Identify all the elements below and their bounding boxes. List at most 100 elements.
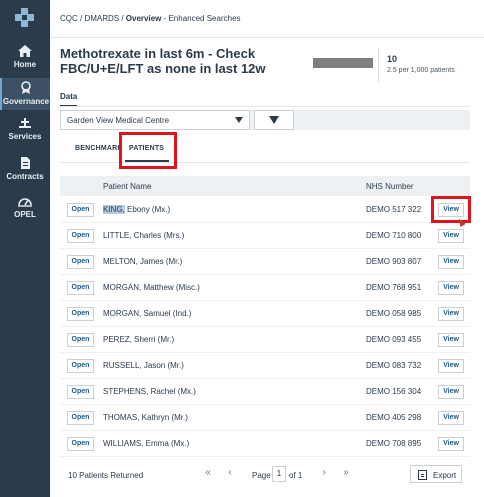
open-button[interactable]: Open	[67, 333, 94, 347]
breadcrumb-suffix: - Enhanced Searches	[161, 14, 241, 23]
table-row: Open STEPHENS, Rachel (Mx.) DEMO 156 304…	[60, 379, 470, 405]
table-row: Open MORGAN, Samuel (Ind.) DEMO 058 985 …	[60, 301, 470, 327]
sidebar-item-governance[interactable]: Governance	[0, 78, 50, 110]
nhs-number: DEMO 903 807	[366, 257, 422, 266]
patient-name[interactable]: MELTON, James (Mr.)	[103, 257, 182, 266]
indicator-bar	[313, 58, 373, 68]
breadcrumb: CQC / DMARDS / Overview - Enhanced Searc…	[60, 14, 241, 23]
nhs-number: DEMO 093 455	[366, 335, 422, 344]
practice-select[interactable]: Garden View Medical Centre	[60, 110, 250, 130]
services-icon	[19, 118, 31, 128]
view-button[interactable]: View	[438, 229, 464, 243]
sidebar: Home Governance Services Contracts OPEL	[0, 0, 50, 497]
table-footer: 10 Patients Returned « ‹ Page 1 of 1 › »…	[60, 462, 470, 486]
open-button[interactable]: Open	[67, 229, 94, 243]
view-button[interactable]: View	[438, 255, 464, 269]
nhs-number: DEMO 710 800	[366, 231, 422, 240]
open-button[interactable]: Open	[67, 411, 94, 425]
table-row: Open PEREZ, Sherri (Mr.) DEMO 093 455 Vi…	[60, 327, 470, 353]
nhs-number: DEMO 405 298	[366, 413, 422, 422]
view-button[interactable]: View	[438, 385, 464, 399]
view-button[interactable]: View	[438, 437, 464, 451]
patient-name[interactable]: MORGAN, Matthew (Misc.)	[103, 283, 200, 292]
patient-name[interactable]: KING, Ebony (Mx.)	[103, 205, 170, 214]
open-button[interactable]: Open	[67, 203, 94, 217]
sidebar-item-services[interactable]: Services	[0, 116, 50, 144]
view-button[interactable]: View	[438, 307, 464, 321]
patient-name-rest: Ebony (Mx.)	[124, 205, 171, 214]
export-button[interactable]: Export	[410, 465, 462, 483]
patient-name[interactable]: MORGAN, Samuel (Ind.)	[103, 309, 191, 318]
stat-rate: 2.5 per 1,000 patients	[387, 67, 455, 74]
export-label: Export	[433, 471, 457, 480]
export-icon	[418, 470, 427, 480]
table-row: Open LITTLE, Charles (Mrs.) DEMO 710 800…	[60, 223, 470, 249]
highlight-box-patients-tab	[119, 132, 177, 169]
nhs-number: DEMO 058 985	[366, 309, 422, 318]
page-number-input[interactable]: 1	[272, 466, 286, 482]
column-header-nhs-number[interactable]: NHS Number	[366, 182, 414, 191]
column-header-patient-name[interactable]: Patient Name	[103, 182, 151, 191]
sidebar-item-label: Home	[13, 60, 37, 69]
previous-page-icon[interactable]: ‹	[220, 464, 240, 482]
view-button[interactable]: View	[438, 411, 464, 425]
table-row: Open KING, Ebony (Mx.) DEMO 517 322 View	[60, 197, 470, 223]
breadcrumb-root[interactable]: CQC / DMARDS /	[60, 14, 126, 23]
last-page-icon[interactable]: »	[336, 464, 356, 482]
table-row: Open THOMAS, Kathryn (Mr.) DEMO 405 298 …	[60, 405, 470, 431]
open-button[interactable]: Open	[67, 307, 94, 321]
view-button[interactable]: View	[438, 359, 464, 373]
page-total: of 1	[289, 471, 303, 480]
patient-name[interactable]: PEREZ, Sherri (Mr.)	[103, 335, 174, 344]
view-button[interactable]: View	[438, 333, 464, 347]
table-row: Open MELTON, James (Mr.) DEMO 903 807 Vi…	[60, 249, 470, 275]
table-row: Open MORGAN, Matthew (Misc.) DEMO 768 95…	[60, 275, 470, 301]
award-icon	[21, 81, 31, 94]
sidebar-item-home[interactable]: Home	[0, 44, 50, 72]
sidebar-item-label: Contracts	[6, 172, 44, 181]
home-icon	[18, 45, 32, 57]
first-page-icon[interactable]: «	[198, 464, 218, 482]
open-button[interactable]: Open	[67, 385, 94, 399]
nhs-number: DEMO 156 304	[366, 387, 422, 396]
sidebar-item-label: OPEL	[14, 210, 36, 219]
tab-data[interactable]: Data	[60, 92, 78, 107]
results-count: 10 Patients Returned	[68, 471, 144, 480]
breadcrumb-current[interactable]: Overview	[126, 14, 162, 23]
app-logo-icon[interactable]	[15, 8, 35, 28]
practice-select-value: Garden View Medical Centre	[67, 116, 170, 125]
sidebar-item-contracts[interactable]: Contracts	[0, 156, 50, 184]
divider	[60, 106, 470, 107]
view-button[interactable]: View	[438, 281, 464, 295]
next-page-icon[interactable]: ›	[314, 464, 334, 482]
chevron-down-icon	[235, 117, 243, 123]
highlight-box-view-button	[431, 196, 471, 223]
sidebar-item-opel[interactable]: OPEL	[0, 194, 50, 222]
filter-button[interactable]	[254, 110, 294, 130]
selected-text: KING,	[103, 205, 125, 214]
gauge-icon	[18, 198, 32, 207]
patient-name[interactable]: THOMAS, Kathryn (Mr.)	[103, 413, 188, 422]
tab-benchmark[interactable]: BENCHMARK	[75, 145, 123, 152]
patient-name[interactable]: STEPHENS, Rachel (Mx.)	[103, 387, 196, 396]
top-bar: CQC / DMARDS / Overview - Enhanced Searc…	[50, 0, 484, 38]
open-button[interactable]: Open	[67, 437, 94, 451]
patient-name[interactable]: RUSSELL, Jason (Mr.)	[103, 361, 184, 370]
nhs-number: DEMO 517 322	[366, 205, 422, 214]
table-row: Open RUSSELL, Jason (Mr.) DEMO 083 732 V…	[60, 353, 470, 379]
page-label: Page	[252, 471, 271, 480]
filter-icon	[269, 116, 279, 124]
stat-count: 10	[387, 54, 398, 64]
open-button[interactable]: Open	[67, 255, 94, 269]
table-header: Patient Name NHS Number	[60, 176, 470, 196]
table-row: Open WILLIAMS, Emma (Mx.) DEMO 708 895 V…	[60, 431, 470, 457]
nhs-number: DEMO 768 951	[366, 283, 422, 292]
sidebar-item-label: Governance	[2, 97, 50, 106]
open-button[interactable]: Open	[67, 359, 94, 373]
document-icon	[21, 157, 30, 169]
page-title: Methotrexate in last 6m - Check FBC/U+E/…	[60, 46, 266, 76]
patient-name[interactable]: WILLIAMS, Emma (Mx.)	[103, 439, 189, 448]
nhs-number: DEMO 708 895	[366, 439, 422, 448]
open-button[interactable]: Open	[67, 281, 94, 295]
patient-name[interactable]: LITTLE, Charles (Mrs.)	[103, 231, 184, 240]
